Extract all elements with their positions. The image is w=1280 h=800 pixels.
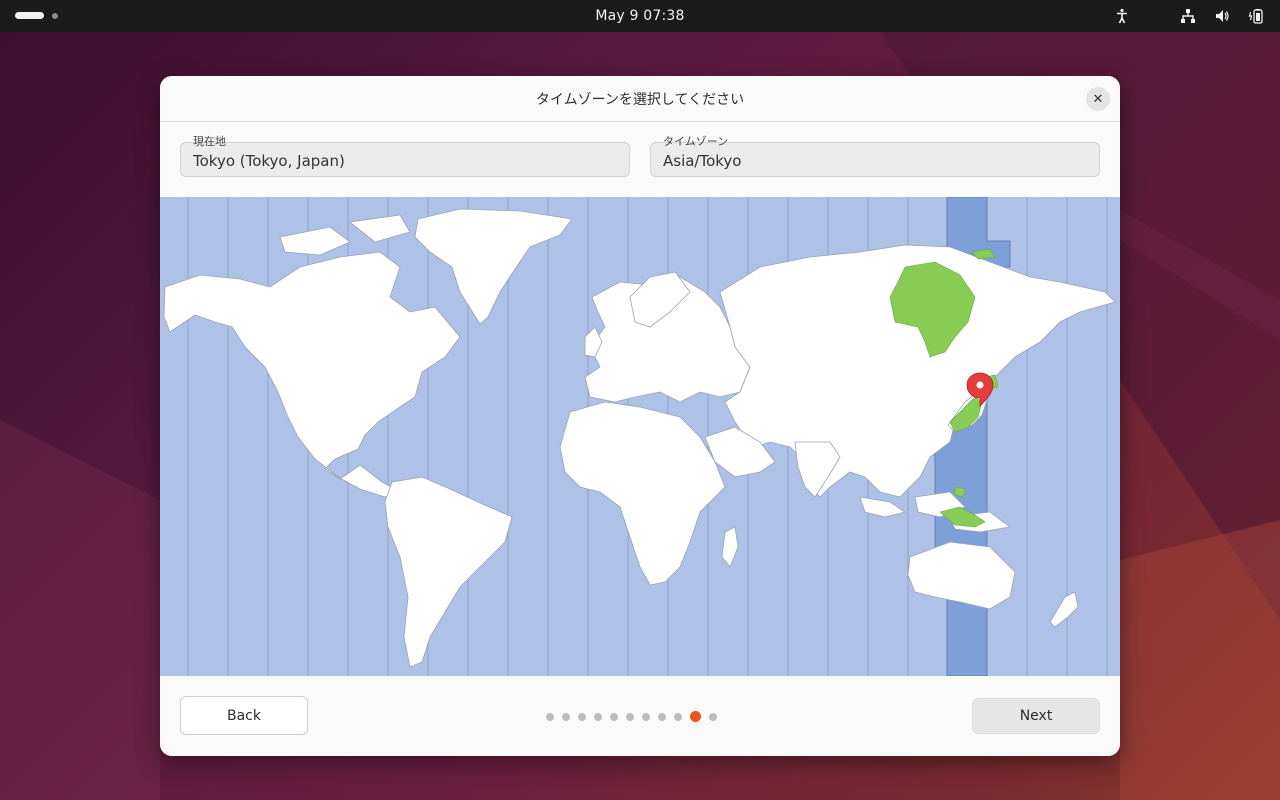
- activities-button[interactable]: [15, 12, 58, 19]
- step-dot: [658, 712, 666, 721]
- step-dot: [610, 712, 618, 721]
- step-dot: [578, 712, 586, 721]
- next-button[interactable]: Next: [972, 698, 1100, 734]
- close-button[interactable]: ✕: [1086, 87, 1110, 111]
- battery-icon[interactable]: [1246, 6, 1266, 26]
- step-dot: [674, 712, 682, 721]
- clock[interactable]: May 9 07:38: [595, 8, 684, 24]
- dialog-footer: Back Next: [160, 676, 1120, 756]
- timezone-field[interactable]: タイムゾーン: [650, 135, 1100, 177]
- dialog-title: タイムゾーンを選択してください: [535, 91, 745, 108]
- location-label: 現在地: [193, 135, 226, 148]
- fields-row: 現在地 タイムゾーン: [160, 122, 1120, 198]
- step-dot: [562, 712, 570, 721]
- workspace-indicator: [52, 12, 58, 19]
- step-dot-active: [690, 711, 701, 722]
- top-bar: May 9 07:38: [0, 0, 1280, 32]
- step-dot: [546, 712, 554, 721]
- step-dot: [709, 712, 717, 721]
- location-field[interactable]: 現在地: [180, 135, 630, 177]
- timezone-input[interactable]: [663, 152, 1083, 170]
- volume-icon[interactable]: [1212, 6, 1232, 26]
- accessibility-icon[interactable]: [1112, 6, 1132, 26]
- dialog-header: タイムゾーンを選択してください ✕: [160, 76, 1120, 122]
- timezone-dialog: タイムゾーンを選択してください ✕ 現在地 タイムゾーン: [160, 76, 1120, 756]
- back-button[interactable]: Back: [180, 696, 308, 735]
- step-indicator: [546, 711, 717, 722]
- step-dot: [642, 712, 650, 721]
- timezone-map[interactable]: [160, 197, 1120, 676]
- close-icon: ✕: [1092, 91, 1104, 107]
- world-map[interactable]: [160, 197, 1120, 676]
- location-input[interactable]: [193, 152, 613, 170]
- network-icon[interactable]: [1178, 6, 1198, 26]
- step-dot: [594, 712, 602, 721]
- timezone-label: タイムゾーン: [663, 135, 729, 148]
- system-tray[interactable]: [1112, 6, 1266, 26]
- workspace-indicator-active: [15, 12, 44, 19]
- step-dot: [626, 712, 634, 721]
